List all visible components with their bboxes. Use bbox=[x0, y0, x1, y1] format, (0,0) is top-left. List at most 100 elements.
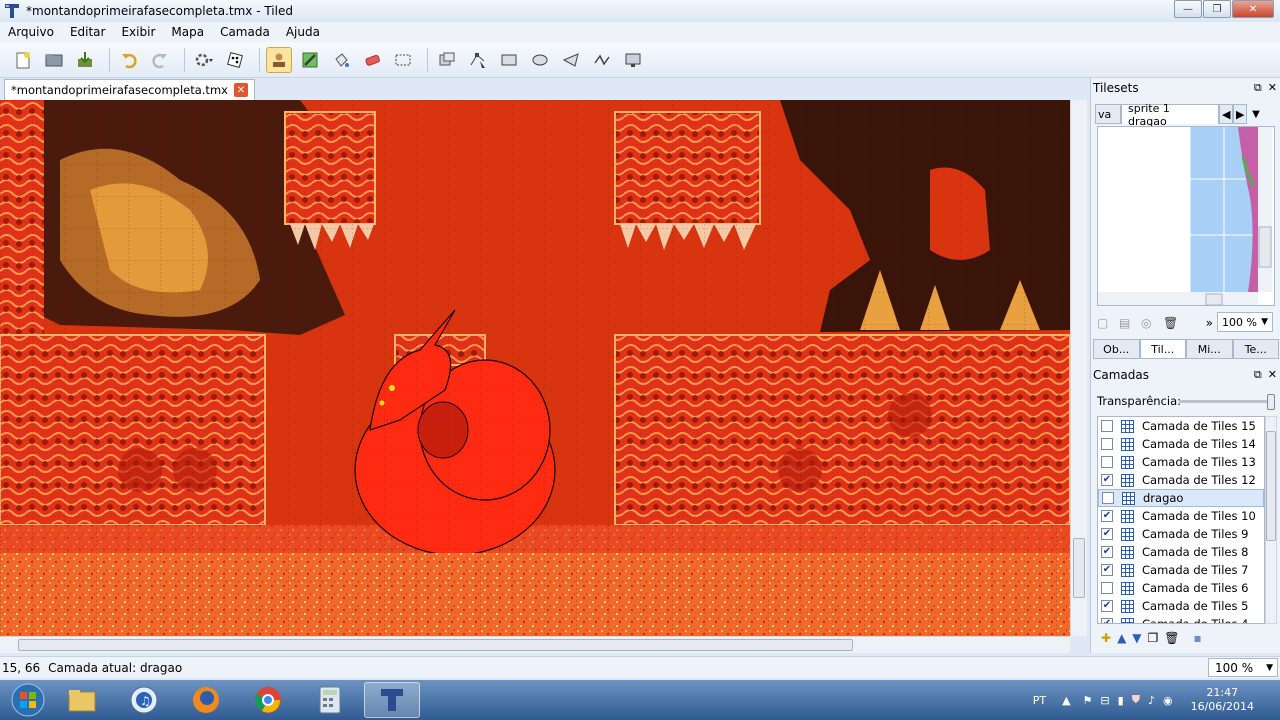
float-panel-icon[interactable]: ⧉ bbox=[1254, 368, 1262, 382]
layer-row[interactable]: Camada de Tiles 6 bbox=[1098, 579, 1264, 597]
layer-row[interactable]: ✔ Camada de Tiles 5 bbox=[1098, 597, 1264, 615]
network-icon[interactable]: ▮ bbox=[1118, 694, 1124, 707]
tab-scroll-right-icon[interactable]: ▶ bbox=[1233, 104, 1247, 124]
flag-icon[interactable]: ⚑ bbox=[1083, 694, 1093, 707]
layer-row[interactable]: ✔ Camada de Tiles 10 bbox=[1098, 507, 1264, 525]
menu-editar[interactable]: Editar bbox=[62, 25, 114, 39]
map-canvas[interactable] bbox=[0, 100, 1070, 636]
tileset-zoom-select[interactable]: 100 % ▼ bbox=[1217, 312, 1273, 332]
canvas-vertical-scrollbar[interactable] bbox=[1070, 100, 1087, 636]
menu-mapa[interactable]: Mapa bbox=[163, 25, 212, 39]
tileset-view[interactable] bbox=[1097, 126, 1275, 306]
random-mode-icon[interactable] bbox=[222, 47, 248, 73]
save-icon[interactable] bbox=[72, 47, 98, 73]
close-panel-icon[interactable]: ✕ bbox=[1268, 81, 1277, 95]
canvas-horizontal-scrollbar[interactable] bbox=[0, 636, 1070, 653]
move-layer-up-icon[interactable]: ▲ bbox=[1117, 631, 1126, 645]
layer-visibility-checkbox[interactable]: ✔ bbox=[1101, 474, 1113, 486]
document-tab[interactable]: *montandoprimeirafasecompleta.tmx ✕ bbox=[4, 79, 255, 100]
map-zoom-select[interactable]: 100 % ▼ bbox=[1208, 658, 1278, 677]
layer-row[interactable]: ✔ Camada de Tiles 4 bbox=[1098, 615, 1264, 623]
redo-icon[interactable] bbox=[147, 47, 173, 73]
scrollbar-thumb[interactable] bbox=[18, 639, 853, 651]
clock[interactable]: 21:47 16/06/2014 bbox=[1191, 686, 1254, 714]
tab-scroll-left-icon[interactable]: ◀ bbox=[1219, 104, 1233, 124]
layer-visibility-checkbox[interactable] bbox=[1101, 420, 1113, 432]
import-tileset-icon[interactable]: ▤ bbox=[1119, 316, 1135, 330]
edit-polygons-icon[interactable] bbox=[465, 47, 491, 73]
tab-list-dropdown-icon[interactable]: ▼ bbox=[1247, 109, 1265, 120]
menu-exibir[interactable]: Exibir bbox=[113, 25, 163, 39]
minimize-icon[interactable]: — bbox=[1174, 0, 1202, 18]
tab-terrains[interactable]: Te... bbox=[1232, 339, 1279, 359]
bucket-fill-icon[interactable] bbox=[328, 47, 354, 73]
insert-rectangle-icon[interactable] bbox=[496, 47, 522, 73]
antivirus-icon[interactable]: ⛊ bbox=[1132, 693, 1140, 707]
duplicate-layer-icon[interactable]: ❐ bbox=[1148, 631, 1159, 645]
menu-camada[interactable]: Camada bbox=[212, 25, 278, 39]
rectangle-select-icon[interactable] bbox=[390, 47, 416, 73]
start-button-icon[interactable] bbox=[8, 680, 48, 720]
float-panel-icon[interactable]: ⧉ bbox=[1254, 81, 1262, 95]
layer-visibility-checkbox[interactable] bbox=[1102, 492, 1114, 504]
insert-ellipse-icon[interactable] bbox=[527, 47, 553, 73]
menu-ajuda[interactable]: Ajuda bbox=[278, 25, 328, 39]
firefox-icon[interactable] bbox=[178, 682, 234, 718]
tab-objects[interactable]: Ob... bbox=[1093, 339, 1140, 359]
insert-polyline-icon[interactable] bbox=[589, 47, 615, 73]
layer-visibility-checkbox[interactable]: ✔ bbox=[1101, 600, 1113, 612]
layer-row[interactable]: ✔ Camada de Tiles 12 bbox=[1098, 471, 1264, 489]
opacity-slider-handle[interactable] bbox=[1267, 394, 1275, 410]
layer-visibility-checkbox[interactable]: ✔ bbox=[1101, 546, 1113, 558]
tileset-properties-icon[interactable]: ◎ bbox=[1141, 316, 1157, 330]
layer-row[interactable]: ✔ Camada de Tiles 8 bbox=[1098, 543, 1264, 561]
menu-arquivo[interactable]: Arquivo bbox=[0, 25, 62, 39]
terrain-brush-icon[interactable] bbox=[297, 47, 323, 73]
explorer-icon[interactable] bbox=[54, 682, 110, 718]
language-indicator[interactable]: PT bbox=[1033, 694, 1046, 707]
layer-row[interactable]: dragao bbox=[1098, 489, 1264, 507]
undo-icon[interactable] bbox=[116, 47, 142, 73]
close-icon[interactable]: ✕ bbox=[1232, 0, 1274, 18]
show-hidden-icons-icon[interactable]: ▲ bbox=[1062, 694, 1070, 707]
wifi-icon[interactable]: ◉ bbox=[1163, 694, 1173, 707]
layer-row[interactable]: Camada de Tiles 15 bbox=[1098, 417, 1264, 435]
layers-scrollbar[interactable] bbox=[1265, 416, 1277, 624]
tab-tilesets[interactable]: Til... bbox=[1139, 339, 1186, 359]
layer-visibility-checkbox[interactable]: ✔ bbox=[1101, 564, 1113, 576]
layer-visibility-checkbox[interactable]: ✔ bbox=[1101, 618, 1113, 623]
tab-tileset-sprite-dragao[interactable]: sprite 1 dragao bbox=[1121, 102, 1219, 128]
layer-row[interactable]: ✔ Camada de Tiles 7 bbox=[1098, 561, 1264, 579]
close-panel-icon[interactable]: ✕ bbox=[1268, 368, 1277, 382]
insert-polygon-icon[interactable] bbox=[558, 47, 584, 73]
chrome-icon[interactable] bbox=[240, 682, 296, 718]
tiled-taskbar-icon[interactable] bbox=[364, 682, 420, 718]
commands-icon[interactable] bbox=[191, 47, 217, 73]
remove-tileset-icon[interactable]: 🗑 bbox=[1163, 316, 1179, 330]
select-objects-icon[interactable] bbox=[434, 47, 460, 73]
layer-visibility-checkbox[interactable] bbox=[1101, 438, 1113, 450]
layer-visibility-checkbox[interactable]: ✔ bbox=[1101, 528, 1113, 540]
calculator-icon[interactable] bbox=[302, 682, 358, 718]
layer-row[interactable]: Camada de Tiles 13 bbox=[1098, 453, 1264, 471]
layer-row[interactable]: Camada de Tiles 14 bbox=[1098, 435, 1264, 453]
layer-visibility-checkbox[interactable] bbox=[1101, 456, 1113, 468]
maximize-icon[interactable]: ❐ bbox=[1203, 0, 1231, 18]
more-options-icon[interactable]: » bbox=[1206, 316, 1213, 330]
stamp-brush-icon[interactable] bbox=[266, 46, 292, 73]
layer-row[interactable]: ✔ Camada de Tiles 9 bbox=[1098, 525, 1264, 543]
scrollbar-thumb[interactable] bbox=[1266, 431, 1276, 541]
add-layer-icon[interactable]: ✚ bbox=[1101, 631, 1111, 645]
opacity-slider[interactable] bbox=[1179, 394, 1275, 410]
usb-icon[interactable]: ⊟ bbox=[1100, 694, 1109, 707]
layer-visibility-checkbox[interactable] bbox=[1101, 582, 1113, 594]
layer-visibility-checkbox[interactable]: ✔ bbox=[1101, 510, 1113, 522]
new-file-icon[interactable] bbox=[10, 47, 36, 73]
move-layer-down-icon[interactable]: ▼ bbox=[1132, 631, 1141, 645]
scrollbar-thumb[interactable] bbox=[1073, 538, 1085, 598]
tab-tileset-va[interactable]: va bbox=[1095, 104, 1121, 124]
volume-icon[interactable]: ♪ bbox=[1148, 694, 1155, 707]
remove-layer-icon[interactable]: 🗑 bbox=[1164, 631, 1179, 645]
eraser-icon[interactable] bbox=[359, 47, 385, 73]
tab-minimap[interactable]: Mi... bbox=[1186, 339, 1233, 359]
